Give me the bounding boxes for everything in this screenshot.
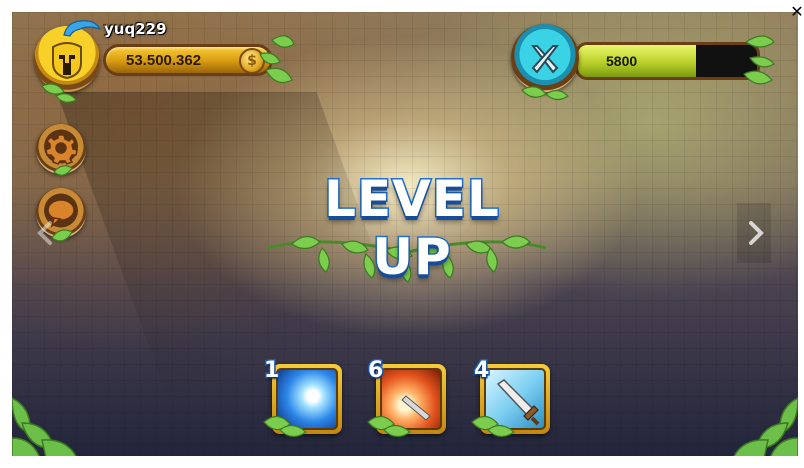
corner-leaves-right — [733, 397, 798, 456]
crossed-swords-icon — [530, 45, 560, 74]
xp-value: 5800 — [606, 53, 638, 69]
close-icon: ✕ — [790, 2, 804, 21]
chevron-right-icon — [749, 221, 764, 245]
golden-helmet-icon — [52, 42, 82, 79]
xp-badge-leaves — [521, 86, 569, 101]
skill-leaves-3 — [471, 415, 515, 438]
corner-leaves-left — [12, 397, 77, 456]
close-button[interactable]: ✕ — [788, 2, 804, 22]
settings-leaf — [53, 165, 73, 176]
skill-count-2: 6 — [366, 357, 384, 385]
skill-count-1: 1 — [262, 357, 280, 385]
xp-leaves — [743, 35, 775, 85]
skill-count-3: 4 — [472, 357, 490, 385]
skill-leaves-2 — [367, 415, 411, 438]
coin-count: 53.500.362 — [126, 52, 202, 69]
nav-left-button[interactable] — [28, 203, 62, 263]
avatar-leaves — [41, 83, 77, 103]
chevron-left-icon — [37, 221, 52, 245]
nav-right-button[interactable] — [737, 203, 771, 263]
level-up-title: LEVEL UP — [323, 169, 501, 288]
coin-bar-leaves — [259, 35, 295, 83]
xp-bar — [575, 42, 760, 80]
skill-leaves-1 — [263, 415, 307, 438]
helmet-plume — [63, 20, 102, 37]
game-window: 53.500.362 $ yuq229 5800 LEVEL UP 1 6 4 … — [0, 0, 804, 468]
player-username: yuq229 — [104, 20, 167, 38]
